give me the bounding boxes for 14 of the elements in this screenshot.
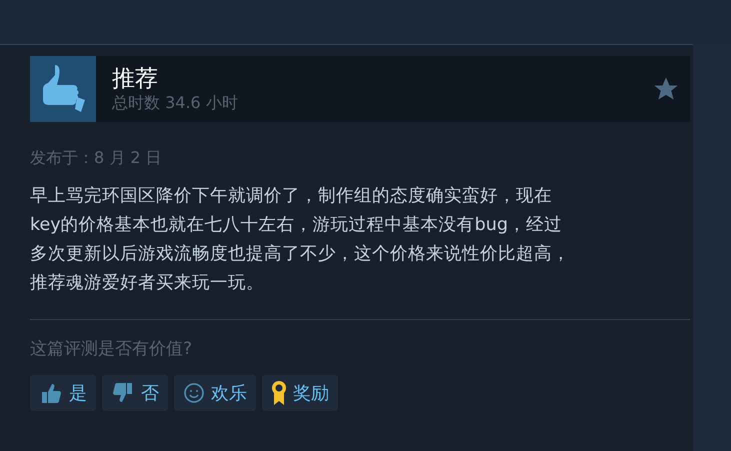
smiley-icon: [183, 382, 205, 404]
review-verdict: 推荐: [112, 65, 159, 93]
no-button[interactable]: 否: [102, 375, 168, 411]
review-text: 早上骂完环国区降价下午就调价了，制作组的态度确实蛮好，现在 key的价格基本也就在七八十左右，游玩过程中基本没有bug，经过 多次更新以后游戏流畅度也提高了不少，这个价格来说性价比超高， 推荐魂游爱好者买来玩一玩。: [30, 185, 571, 295]
thumbs-up-icon: [30, 56, 96, 122]
award-ribbon-icon: [271, 380, 287, 406]
yes-button[interactable]: 是: [30, 375, 96, 411]
funny-button[interactable]: 欢乐: [174, 375, 256, 411]
posted-date: 发布于：8 月 2 日: [30, 147, 163, 169]
helpful-question: 这篇评测是否有价值?: [30, 338, 194, 361]
playtime-text: 总时数 34.6 小时: [112, 93, 239, 113]
thumbs-down-icon: [111, 381, 135, 405]
thumbs-up-icon: [39, 381, 63, 405]
award-button[interactable]: 奖励: [262, 375, 338, 411]
